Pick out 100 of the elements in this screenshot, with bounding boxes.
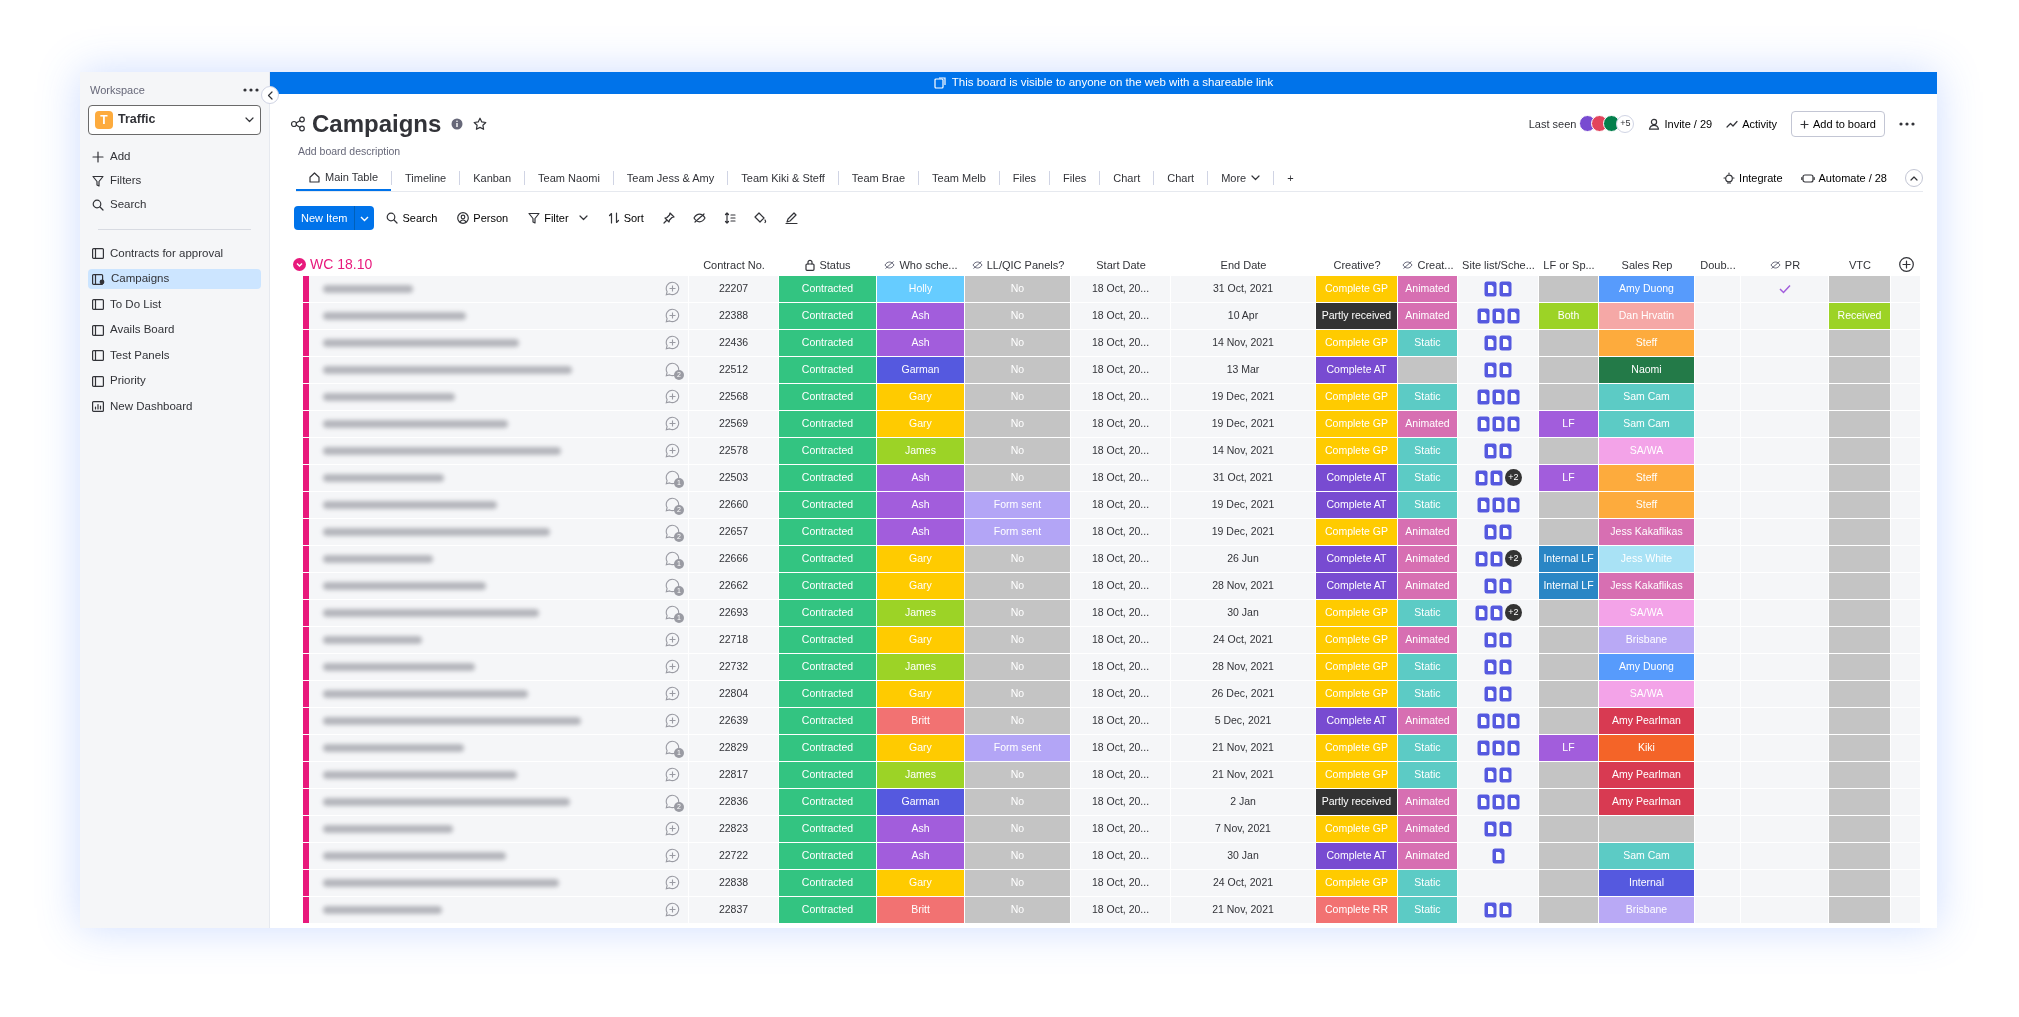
status-label[interactable]: Contracted [779,815,877,842]
sidebar-item[interactable]: Campaigns [88,269,261,289]
creative-label[interactable]: Complete AT [1316,545,1398,572]
file-icon[interactable] [1484,280,1497,297]
panels-label[interactable]: No [965,545,1071,572]
person-label[interactable]: Ash [877,491,965,518]
column-header[interactable]: Doub... [1700,256,1736,273]
creative-label[interactable]: Complete GP [1316,815,1398,842]
add-update-icon[interactable] [665,443,680,459]
star-icon[interactable] [473,117,488,131]
collapse-group-icon[interactable] [293,258,306,272]
lf-label[interactable]: LF [1539,410,1599,437]
person-label[interactable]: James [877,653,965,680]
creative-label[interactable]: Complete AT [1316,842,1398,869]
sidebar-action[interactable]: Filters [88,168,261,193]
view-tab[interactable]: Team Brae [838,165,919,192]
file-icon[interactable] [1499,523,1512,540]
add-update-icon[interactable] [665,632,680,648]
file-icon[interactable] [1475,604,1488,621]
person-label[interactable]: James [877,437,965,464]
status-label[interactable]: Contracted [779,329,877,356]
column-header[interactable]: Creative? [1333,256,1381,273]
creative-label[interactable]: Complete GP [1316,518,1398,545]
sales-rep-label[interactable]: Amy Duong [1599,653,1695,680]
status-label[interactable]: Contracted [779,275,877,302]
panels-label[interactable]: No [965,869,1071,896]
view-tab[interactable]: Timeline [392,165,460,192]
creative-label[interactable]: Complete GP [1316,275,1398,302]
sales-rep-label[interactable]: Amy Pearlman [1599,788,1695,815]
new-item-menu-button[interactable] [354,205,375,230]
lf-label[interactable]: Internal LF [1539,572,1599,599]
lf-label[interactable]: LF [1539,734,1599,761]
column-header[interactable]: Site list/Sche... [1462,256,1535,273]
person-label[interactable]: James [877,761,965,788]
file-icon[interactable] [1491,496,1505,513]
status-label[interactable]: Contracted [779,788,877,815]
file-icon[interactable] [1484,442,1497,459]
creative-label[interactable]: Complete GP [1316,626,1398,653]
panels-label[interactable]: Form sent [965,734,1071,761]
add-column-icon[interactable] [1898,257,1914,273]
sidebar-item[interactable]: Avails Board [88,320,261,340]
panels-label[interactable]: No [965,302,1071,329]
file-icon[interactable] [1490,550,1503,567]
sidebar-item[interactable]: To Do List [88,294,261,315]
file-icon[interactable] [1491,847,1505,864]
sales-rep-label[interactable]: SA/WA [1599,437,1695,464]
new-item-button[interactable]: New Item [294,205,355,230]
status-label[interactable]: Contracted [779,545,877,572]
creative-label[interactable]: Complete GP [1316,410,1398,437]
view-tab[interactable]: More [1208,165,1274,192]
creative-label[interactable]: Complete GP [1316,329,1398,356]
view-tab[interactable]: Chart [1154,165,1208,192]
sales-rep-label[interactable]: Steff [1599,329,1695,356]
sales-rep-label[interactable]: Sam Cam [1599,410,1695,437]
file-icon[interactable] [1491,793,1505,810]
status-label[interactable]: Contracted [779,572,877,599]
file-icon[interactable] [1484,820,1497,837]
creative-type-label[interactable]: Static [1398,680,1458,707]
status-label[interactable]: Contracted [779,842,877,869]
view-tab[interactable]: Team Kiki & Steff [728,165,838,192]
creative-label[interactable]: Partly received [1316,788,1398,815]
person-label[interactable]: Ash [877,464,965,491]
add-update-icon[interactable] [665,875,680,891]
creative-type-label[interactable]: Animated [1398,518,1458,545]
pin-icon[interactable] [662,211,675,224]
file-icon[interactable] [1506,307,1520,324]
status-label[interactable]: Contracted [779,896,877,923]
person-label[interactable]: Gary [877,545,965,572]
creative-label[interactable]: Complete GP [1316,761,1398,788]
sales-rep-label[interactable]: Brisbane [1599,896,1695,923]
column-header[interactable]: Sales Rep [1621,256,1673,273]
paint-bucket-icon[interactable] [753,211,767,224]
add-update-icon[interactable] [665,686,680,702]
panels-label[interactable]: No [965,356,1071,383]
status-label[interactable]: Contracted [779,383,877,410]
creative-label[interactable]: Complete GP [1316,437,1398,464]
add-update-icon[interactable] [665,902,680,918]
status-label[interactable]: Contracted [779,491,877,518]
add-update-icon[interactable] [665,848,680,864]
column-header[interactable]: Start Date [1096,256,1146,273]
add-update-icon[interactable] [665,713,680,729]
panels-label[interactable]: No [965,410,1071,437]
panels-label[interactable]: No [965,572,1071,599]
file-icon[interactable] [1490,469,1503,486]
status-label[interactable]: Contracted [779,653,877,680]
column-header[interactable]: VTC [1849,256,1871,273]
eye-off-icon[interactable] [692,212,706,223]
vtc-label[interactable]: Received [1829,302,1891,329]
lf-label[interactable]: LF [1539,464,1599,491]
person-label[interactable]: Ash [877,842,965,869]
person-label[interactable]: Britt [877,707,965,734]
person-label[interactable]: Garman [877,788,965,815]
person-label[interactable]: James [877,599,965,626]
panels-label[interactable]: No [965,383,1071,410]
creative-type-label[interactable]: Animated [1398,815,1458,842]
creative-type-label[interactable]: Static [1398,383,1458,410]
sidebar-action[interactable]: Search [88,192,261,217]
file-icon[interactable] [1506,496,1520,513]
integrate-button[interactable]: Integrate [1723,170,1783,187]
sidebar-item[interactable]: New Dashboard [88,396,261,417]
